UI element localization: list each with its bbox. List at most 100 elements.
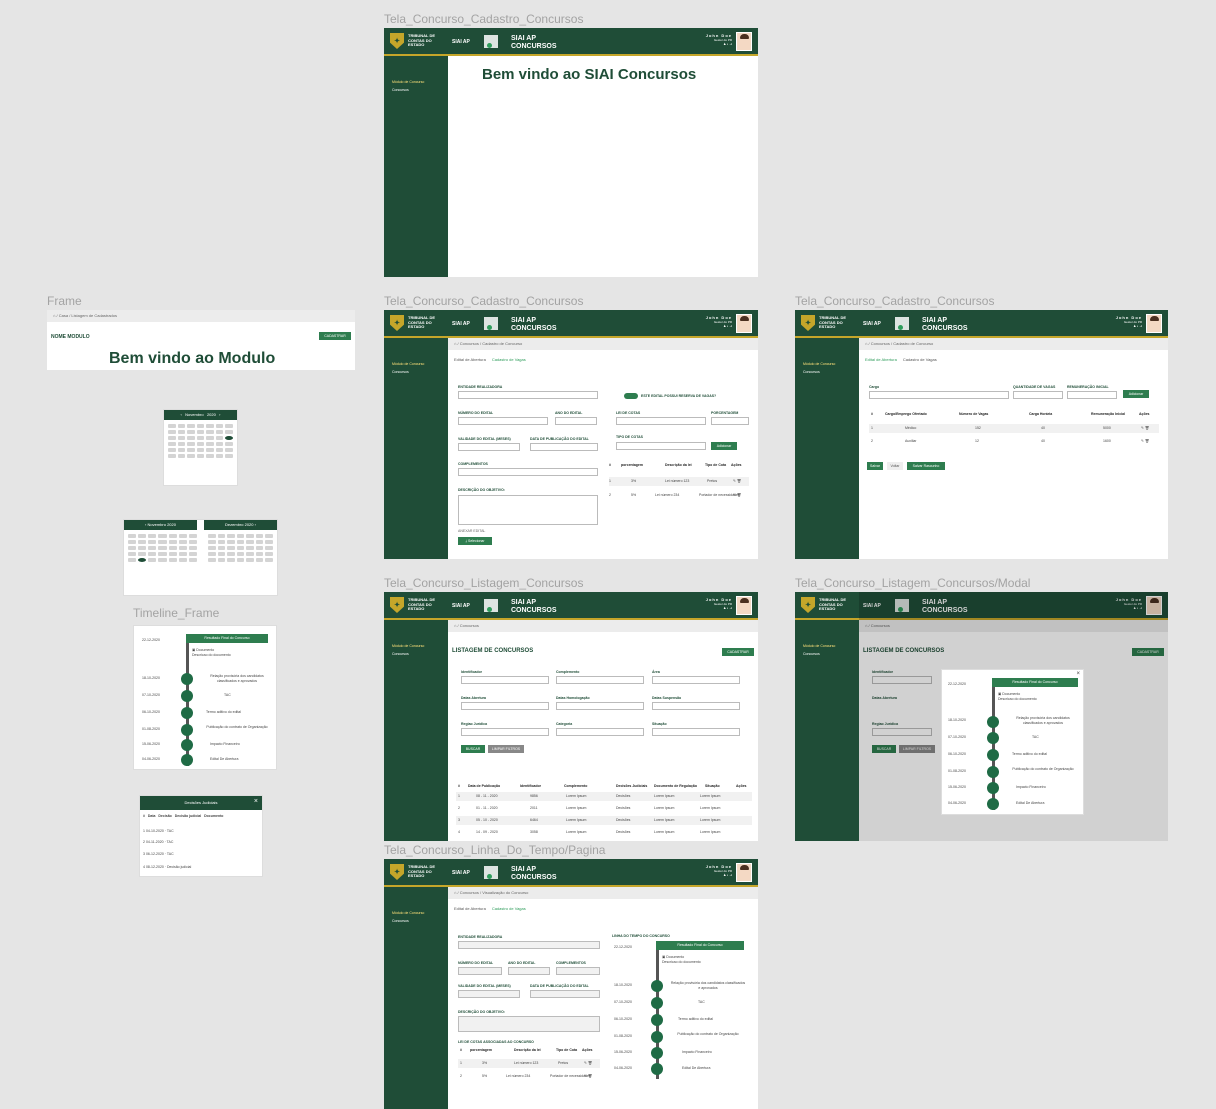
avatar[interactable]: [736, 863, 752, 882]
entidade-select[interactable]: [458, 391, 598, 399]
timeline-node[interactable]: [651, 1063, 663, 1075]
tab-vagas[interactable]: Cadastro de Vagas: [492, 357, 526, 362]
timeline-node[interactable]: [651, 1031, 663, 1043]
sidebar-item-concursos[interactable]: Concursos: [384, 650, 448, 658]
siai-link[interactable]: SIAI AP: [452, 39, 470, 45]
lei-cotas-select[interactable]: [616, 417, 706, 425]
tipo-cotas-select[interactable]: [616, 442, 706, 450]
timeline-node[interactable]: [651, 980, 663, 992]
buscar-button[interactable]: BUSCAR: [461, 745, 485, 753]
area-select[interactable]: [652, 676, 740, 684]
siai-link[interactable]: SIAI AP: [452, 603, 470, 609]
tab-vagas[interactable]: Cadastro de Vagas: [903, 357, 937, 362]
sidebar-item-concursos[interactable]: Concursos: [795, 368, 859, 376]
adicionar-button[interactable]: Adicionar: [711, 442, 737, 450]
tab-edital[interactable]: Edital de Abertura: [454, 357, 486, 362]
rem-input[interactable]: [1067, 391, 1117, 399]
qtd-input[interactable]: [1013, 391, 1063, 399]
categoria-select[interactable]: [556, 728, 644, 736]
user-info[interactable]: John Doe Gestor do PR ♟ ◐ ⇥: [706, 316, 732, 329]
timeline-node[interactable]: [651, 997, 663, 1009]
timeline-node[interactable]: [651, 1014, 663, 1026]
identificador-input[interactable]: [461, 676, 549, 684]
avatar[interactable]: [736, 32, 752, 51]
calendar-days[interactable]: [168, 424, 233, 458]
timeline-node[interactable]: [181, 707, 193, 719]
salvar-rascunho-button[interactable]: Salvar Rascunho: [907, 462, 945, 470]
limpar-filtros-button[interactable]: LIMPAR FILTROS: [488, 745, 524, 753]
user-info[interactable]: John Doe Gestor do PR ♟ ◐ ⇥: [706, 34, 732, 47]
sidebar-item-concursos[interactable]: Concursos: [384, 368, 448, 376]
avatar[interactable]: [736, 314, 752, 333]
close-icon[interactable]: ×: [254, 798, 258, 805]
datas-homologacao-input[interactable]: [556, 702, 644, 710]
timeline-node[interactable]: [181, 673, 193, 685]
timeline-node[interactable]: [181, 724, 193, 736]
siai-link[interactable]: SIAI AP: [452, 321, 470, 327]
cadastrar-button[interactable]: CADASTRAR: [722, 648, 754, 656]
frame-label-timeline: Timeline_Frame: [133, 606, 220, 620]
sidebar-item-concursos[interactable]: Concursos: [795, 650, 859, 658]
user-info[interactable]: John Doe Gestor do PR ♟ ◐ ⇥: [706, 865, 732, 878]
datas-suspensao-input[interactable]: [652, 702, 740, 710]
sidebar-item-modulo[interactable]: Módulo de Concurso: [795, 360, 859, 368]
avatar[interactable]: [736, 596, 752, 615]
user-info[interactable]: John Doe Gestor do PR ♟ ◐ ⇥: [706, 598, 732, 611]
cadastrar-button[interactable]: CADASTRAR: [319, 332, 351, 340]
sidebar-item-modulo[interactable]: Módulo de Concurso: [384, 360, 448, 368]
timeline-node[interactable]: [987, 732, 999, 744]
timeline-node[interactable]: [987, 716, 999, 728]
sidebar-item-modulo[interactable]: Módulo de Concurso: [384, 78, 448, 86]
timeline-node[interactable]: [987, 766, 999, 778]
salvar-button[interactable]: Salvar: [867, 462, 883, 470]
ano-edital-input[interactable]: [555, 417, 597, 425]
complementos-input[interactable]: [458, 468, 598, 476]
data-pub-input[interactable]: [530, 443, 598, 451]
sidebar-item-modulo[interactable]: Módulo de Concurso: [384, 909, 448, 917]
user-info[interactable]: John Doe Gestor do PR ♟ ◐ ⇥: [1116, 316, 1142, 329]
complemento-input[interactable]: [556, 676, 644, 684]
sidebar-item-concursos[interactable]: Concursos: [384, 86, 448, 94]
close-icon[interactable]: ×: [1076, 671, 1080, 677]
timeline-node[interactable]: [987, 782, 999, 794]
cadastro-edital-screen: ✦ TRIBUNAL DE CONTAS DO ESTADO SIAI AP SIA…: [384, 310, 758, 559]
datas-abertura-input[interactable]: [461, 702, 549, 710]
timeline-node[interactable]: [181, 739, 193, 751]
avatar[interactable]: [1146, 314, 1162, 333]
timeline-node[interactable]: [181, 754, 193, 766]
descricao-textarea[interactable]: [458, 495, 598, 525]
selecionar-button[interactable]: ⤓ Selecionar: [458, 537, 492, 545]
document-link[interactable]: ▣ Documento Descricao do documento: [192, 648, 231, 658]
calendar-days-right[interactable]: [208, 534, 273, 562]
calendar-days-left[interactable]: [128, 534, 197, 562]
cargo-select[interactable]: [869, 391, 1009, 399]
voltar-button[interactable]: Voltar: [887, 462, 903, 470]
regiao-select[interactable]: [461, 728, 549, 736]
calendar-single: ‹ Novembro 2020 ›: [163, 409, 238, 486]
adicionar-button[interactable]: Adicionar: [1123, 390, 1149, 398]
validade-input[interactable]: [458, 443, 520, 451]
document-link[interactable]: ▣ Documento Descricao do documento: [662, 955, 701, 965]
sidebar-item-modulo[interactable]: Módulo de Concurso: [795, 642, 859, 650]
porcentagem-input[interactable]: [711, 417, 749, 425]
decisoes-header: # Data Decisão Decisão judicial Document…: [143, 814, 224, 818]
label-porcentagem: PORCENTAGEM: [711, 411, 739, 415]
timeline-node[interactable]: [651, 1047, 663, 1059]
siai-link[interactable]: SIAI AP: [863, 321, 881, 327]
document-link[interactable]: ▣ Documento Descricao do documento: [998, 692, 1037, 702]
tab-vagas[interactable]: Cadastro de Vagas: [492, 906, 526, 911]
timeline-node[interactable]: [181, 690, 193, 702]
label-data-pub: DATA DE PUBLICAÇÃO DO EDITAL: [530, 437, 589, 441]
sidebar-item-modulo[interactable]: Módulo de Concurso: [384, 642, 448, 650]
tab-edital[interactable]: Edital de Abertura: [454, 906, 486, 911]
reserva-toggle[interactable]: [624, 393, 638, 399]
situacao-select[interactable]: [652, 728, 740, 736]
table-header: # Cargo/Emprego Ofertado Número de Vagas Ca…: [871, 412, 1150, 416]
decisoes-modal: Decisões Judiciais × # Data Decisão Deci…: [139, 795, 263, 877]
num-edital-input[interactable]: [458, 417, 548, 425]
timeline-node[interactable]: [987, 798, 999, 810]
siai-link[interactable]: SIAI AP: [452, 870, 470, 876]
timeline-node[interactable]: [987, 749, 999, 761]
tab-edital[interactable]: Edital de Abertura: [865, 357, 897, 362]
sidebar-item-concursos[interactable]: Concursos: [384, 917, 448, 925]
